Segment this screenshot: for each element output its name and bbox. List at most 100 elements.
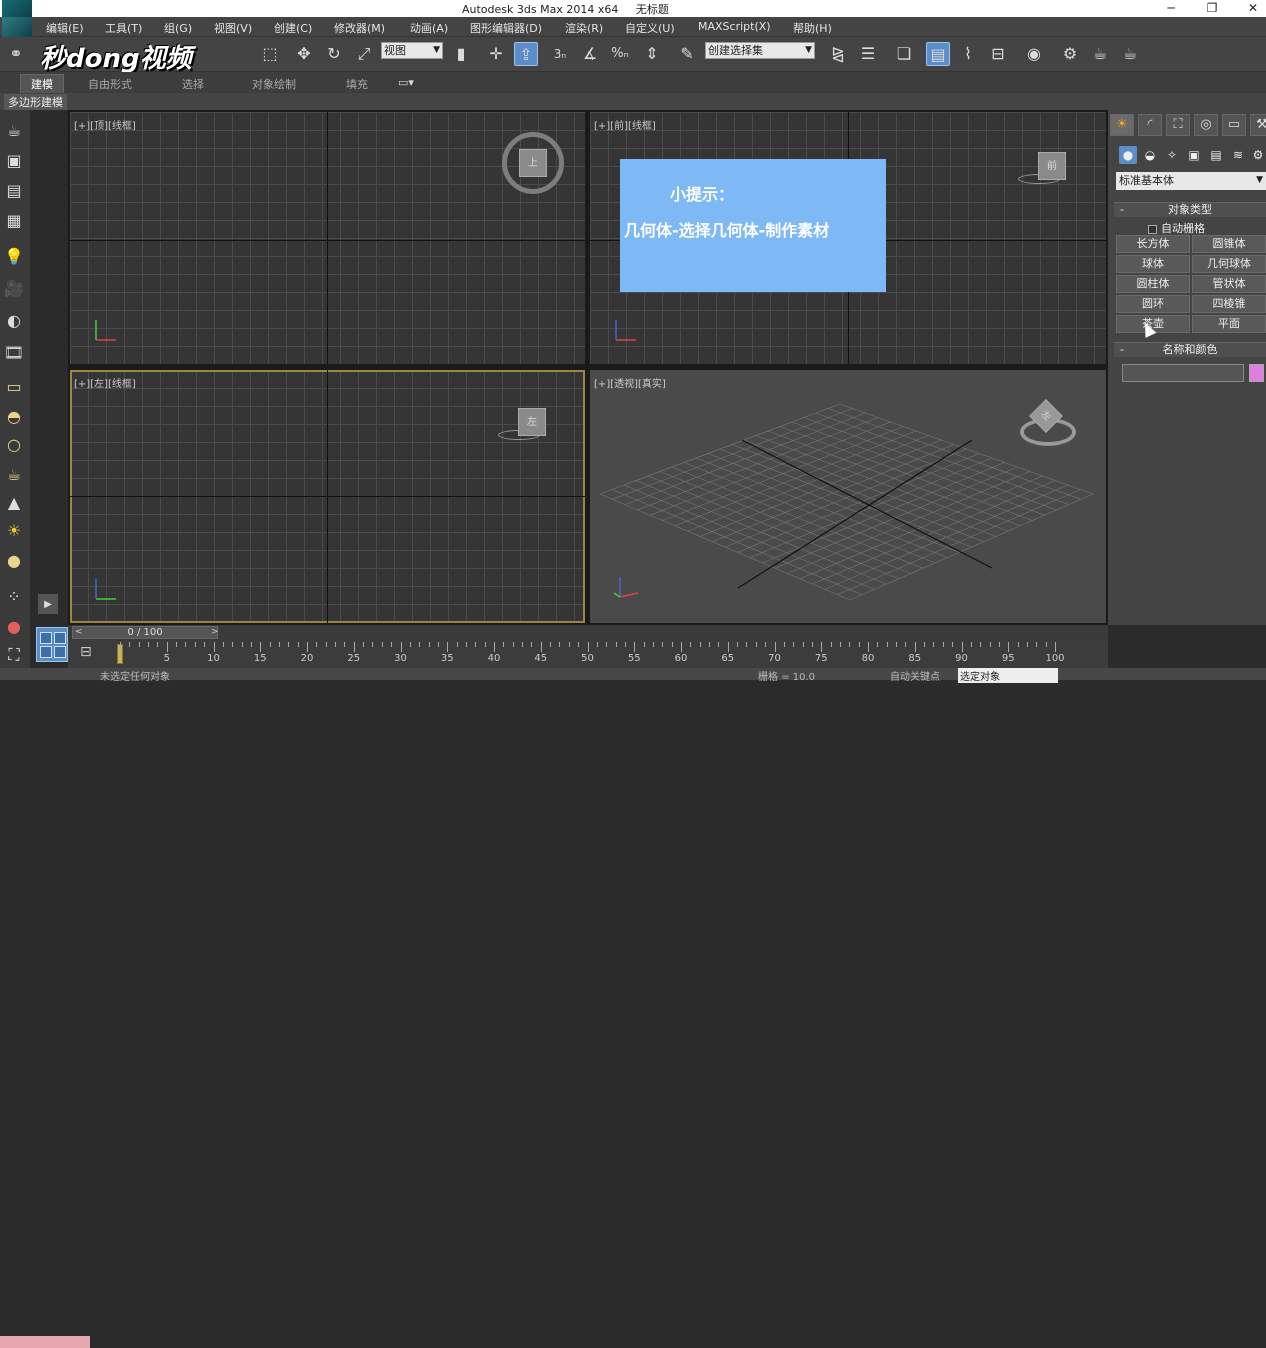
tube-button[interactable]: 管状体 bbox=[1192, 275, 1266, 293]
time-slider-thumb[interactable]: < 0 / 100 > bbox=[72, 626, 219, 639]
autogrid-checkbox[interactable]: 自动栅格 bbox=[1148, 220, 1205, 236]
next-frame-icon[interactable]: > bbox=[211, 627, 219, 638]
pivot-icon[interactable]: ▮ bbox=[449, 42, 473, 66]
list-icon[interactable]: ▤ bbox=[3, 180, 25, 202]
rotate-icon[interactable]: ↻ bbox=[322, 42, 346, 66]
rollout-object-type[interactable]: - 对象类型 bbox=[1114, 202, 1266, 217]
lights-icon[interactable]: ✧ bbox=[1163, 146, 1181, 164]
menu-group[interactable]: 组(G) bbox=[164, 20, 192, 36]
maxscript-listener-mini[interactable] bbox=[0, 1336, 90, 1348]
tab-populate[interactable]: 填充 bbox=[346, 76, 368, 92]
ribbon-options-icon[interactable]: ▭▾ bbox=[398, 76, 414, 89]
shapes-icon[interactable]: ◒ bbox=[1141, 146, 1159, 164]
menu-rendering[interactable]: 渲染(R) bbox=[565, 20, 603, 36]
graphite-toolbar-icon[interactable]: ▤ bbox=[926, 42, 950, 66]
spinner-snap-icon[interactable]: ⇕ bbox=[640, 42, 664, 66]
sun-icon[interactable]: ☀ bbox=[3, 520, 25, 542]
rendered-frame-window-icon[interactable]: ☕ bbox=[1088, 42, 1112, 66]
schematic-view-icon[interactable]: ⊟ bbox=[986, 42, 1010, 66]
modify-tab-icon[interactable]: ◜ bbox=[1138, 114, 1162, 136]
tab-modeling[interactable]: 建模 bbox=[20, 74, 64, 93]
table-icon[interactable]: ▦ bbox=[3, 210, 25, 232]
tab-polygon-modeling[interactable]: 多边形建模 bbox=[4, 94, 67, 110]
menu-views[interactable]: 视图(V) bbox=[214, 20, 252, 36]
scale-icon[interactable]: ⤢ bbox=[352, 42, 376, 66]
layer-manager-icon[interactable]: ❏ bbox=[892, 42, 916, 66]
mini-curve-editor-icon[interactable]: ⊟ bbox=[80, 644, 92, 660]
render-setup-icon[interactable]: ⚙ bbox=[1058, 42, 1082, 66]
curve-editor-icon[interactable]: ⌇ bbox=[956, 42, 980, 66]
time-slider[interactable]: < 0 / 100 > bbox=[68, 625, 1108, 640]
teapot-icon[interactable]: ☕ bbox=[3, 120, 25, 142]
expand-arrow-icon[interactable]: ▶ bbox=[38, 594, 58, 614]
prev-frame-icon[interactable]: < bbox=[75, 627, 83, 638]
utilities-tab-icon[interactable]: ⚒ bbox=[1250, 114, 1266, 136]
viewport-top[interactable]: [+][顶][线框] 上 bbox=[70, 112, 585, 364]
cylinder-button[interactable]: 圆柱体 bbox=[1116, 275, 1190, 293]
key-filter-select[interactable]: 选定对象 bbox=[958, 668, 1058, 683]
systems-icon[interactable]: ⚙ bbox=[1249, 146, 1266, 164]
viewcube-icon[interactable]: 上 bbox=[519, 149, 547, 177]
circle-icon[interactable]: ● bbox=[3, 550, 25, 572]
sphere-half-icon[interactable]: ◐ bbox=[3, 310, 25, 332]
light-icon[interactable]: 💡 bbox=[3, 246, 25, 268]
app-menu-icon[interactable] bbox=[2, 17, 32, 37]
sphere-button[interactable]: 球体 bbox=[1116, 255, 1190, 273]
viewport-perspective[interactable]: [+][透视][真实] 左 bbox=[590, 370, 1106, 623]
helpers-icon[interactable]: ▤ bbox=[1207, 146, 1225, 164]
material-ball-icon[interactable]: ● bbox=[3, 616, 25, 638]
viewport-label[interactable]: [+][顶][线框] bbox=[74, 117, 136, 132]
tab-selection[interactable]: 选择 bbox=[182, 76, 204, 92]
mirror-icon[interactable]: ⧎ bbox=[826, 42, 850, 66]
viewport-label[interactable]: [+][前][线框] bbox=[594, 117, 656, 132]
menu-customize[interactable]: 自定义(U) bbox=[625, 20, 675, 36]
named-selection-set-select[interactable]: 创建选择集 ▼ bbox=[705, 42, 815, 59]
geometry-icon[interactable]: ● bbox=[1119, 146, 1137, 164]
menu-modifiers[interactable]: 修改器(M) bbox=[334, 20, 385, 36]
edit-named-selection-icon[interactable]: ✎ bbox=[675, 42, 699, 66]
box-primitive-icon[interactable]: ▭ bbox=[3, 376, 25, 398]
primitive-type-select[interactable]: 标准基本体 ▼ bbox=[1116, 172, 1266, 190]
plane-button[interactable]: 平面 bbox=[1192, 315, 1266, 333]
menu-create[interactable]: 创建(C) bbox=[274, 20, 312, 36]
tab-freeform[interactable]: 自由形式 bbox=[88, 76, 132, 92]
align-icon[interactable]: ☰ bbox=[856, 42, 880, 66]
film-icon[interactable]: 🎞 bbox=[3, 342, 25, 364]
viewcube-icon[interactable]: 左 bbox=[518, 408, 546, 436]
select-manipulate-icon[interactable]: ✛ bbox=[484, 42, 508, 66]
viewport-label[interactable]: [+][左][线框] bbox=[74, 375, 136, 390]
menu-graph-editors[interactable]: 图形编辑器(D) bbox=[470, 20, 542, 36]
cameras-icon[interactable]: ▣ bbox=[1185, 146, 1203, 164]
spacewarps-icon[interactable]: ≋ bbox=[1229, 146, 1247, 164]
menu-maxscript[interactable]: MAXScript(X) bbox=[698, 20, 771, 33]
app-logo-icon[interactable] bbox=[2, 0, 32, 17]
rollout-name-color[interactable]: - 名称和颜色 bbox=[1114, 342, 1266, 357]
cone-button[interactable]: 圆锥体 bbox=[1192, 235, 1266, 253]
viewport-layout-button[interactable] bbox=[36, 627, 68, 662]
tab-object-paint[interactable]: 对象绘制 bbox=[252, 76, 296, 92]
move-icon[interactable]: ✥ bbox=[292, 42, 316, 66]
torus-button[interactable]: 圆环 bbox=[1116, 295, 1190, 313]
teapot-primitive-icon[interactable]: ☕ bbox=[3, 464, 25, 486]
motion-tab-icon[interactable]: ◎ bbox=[1194, 114, 1218, 136]
render-production-icon[interactable]: ☕ bbox=[1118, 42, 1142, 66]
viewport-left[interactable]: [+][左][线框] 左 bbox=[70, 370, 585, 623]
material-editor-icon[interactable]: ◉ bbox=[1022, 42, 1046, 66]
pyramid-button[interactable]: 四棱锥 bbox=[1192, 295, 1266, 313]
geosphere-button[interactable]: 几何球体 bbox=[1192, 255, 1266, 273]
keyboard-shortcut-override-icon[interactable]: ⇪ bbox=[514, 42, 538, 66]
angle-snap-icon[interactable]: ∡ bbox=[578, 42, 602, 66]
reference-coordinate-select[interactable]: 视图 ▼ bbox=[381, 42, 443, 59]
snap-toggle-icon[interactable]: 3ₙ bbox=[548, 42, 572, 66]
object-name-input[interactable] bbox=[1122, 364, 1244, 382]
cone-icon[interactable]: ▲ bbox=[3, 492, 25, 514]
menu-animation[interactable]: 动画(A) bbox=[410, 20, 448, 36]
box-button[interactable]: 长方体 bbox=[1116, 235, 1190, 253]
menu-help[interactable]: 帮助(H) bbox=[793, 20, 832, 36]
restore-button[interactable]: ❐ bbox=[1197, 0, 1227, 17]
viewcube-icon[interactable]: 前 bbox=[1038, 152, 1066, 180]
display-tab-icon[interactable]: ▭ bbox=[1222, 114, 1246, 136]
menu-edit[interactable]: 编辑(E) bbox=[46, 20, 84, 36]
object-color-swatch[interactable] bbox=[1249, 364, 1264, 382]
hemisphere-icon[interactable]: ◓ bbox=[3, 406, 25, 428]
